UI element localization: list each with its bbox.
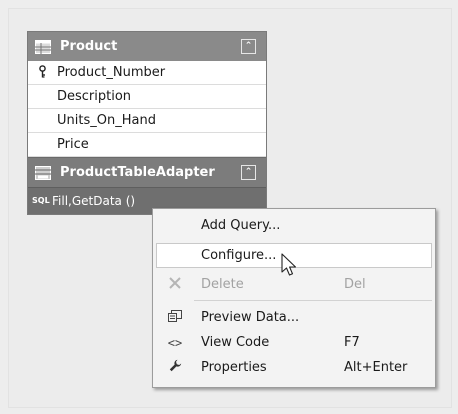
menu-item-label: Properties <box>201 360 267 375</box>
column-row[interactable]: Product_Number <box>28 61 266 85</box>
delete-x-icon <box>156 276 188 293</box>
menu-item-shortcut: Del <box>344 277 366 292</box>
column-name: Price <box>57 137 89 152</box>
column-name: Description <box>57 89 132 104</box>
menu-item-label: Preview Data... <box>201 310 300 325</box>
column-name: Units_On_Hand <box>57 113 156 128</box>
product-datatable[interactable]: Product ⌃ Product_Number Description Uni… <box>27 31 267 215</box>
preview-data-icon <box>156 309 188 326</box>
menu-separator <box>194 300 432 301</box>
column-name: Product_Number <box>57 65 166 80</box>
sql-query-icon: SQL <box>32 196 50 205</box>
datatable-header[interactable]: Product ⌃ <box>28 32 266 61</box>
menu-item-label: Add Query... <box>201 218 281 233</box>
wrench-icon <box>156 359 188 376</box>
menu-item-shortcut: F7 <box>344 335 360 350</box>
menu-item-shortcut: Alt+Enter <box>344 360 408 375</box>
view-code-icon: <> <box>167 335 183 350</box>
menu-item-properties[interactable]: Properties Alt+Enter <box>156 355 432 380</box>
column-row[interactable]: Price <box>28 133 266 157</box>
tableadapter-title: ProductTableAdapter <box>60 165 215 180</box>
menu-item-preview-data[interactable]: Preview Data... <box>156 305 432 330</box>
key-icon <box>28 64 57 81</box>
menu-item-label: Delete <box>201 277 244 292</box>
menu-item-view-code[interactable]: <> View Code F7 <box>156 330 432 355</box>
tableadapter-header[interactable]: ProductTableAdapter ⌃ <box>28 157 266 187</box>
datatable-icon <box>35 39 51 54</box>
collapse-chevron-icon[interactable]: ⌃ <box>241 165 256 180</box>
column-row[interactable]: Units_On_Hand <box>28 109 266 133</box>
tableadapter-icon <box>35 165 51 180</box>
column-row[interactable]: Description <box>28 85 266 109</box>
context-menu: Add Query... Configure... Delete Del Pre… <box>152 208 436 388</box>
query-label: Fill,GetData () <box>52 194 136 208</box>
mouse-pointer-icon <box>279 253 301 277</box>
menu-item-label: View Code <box>201 335 270 350</box>
collapse-chevron-icon[interactable]: ⌃ <box>241 39 256 54</box>
datatable-title: Product <box>60 39 118 54</box>
menu-item-add-query[interactable]: Add Query... <box>156 213 432 238</box>
menu-item-label: Configure... <box>201 248 277 263</box>
